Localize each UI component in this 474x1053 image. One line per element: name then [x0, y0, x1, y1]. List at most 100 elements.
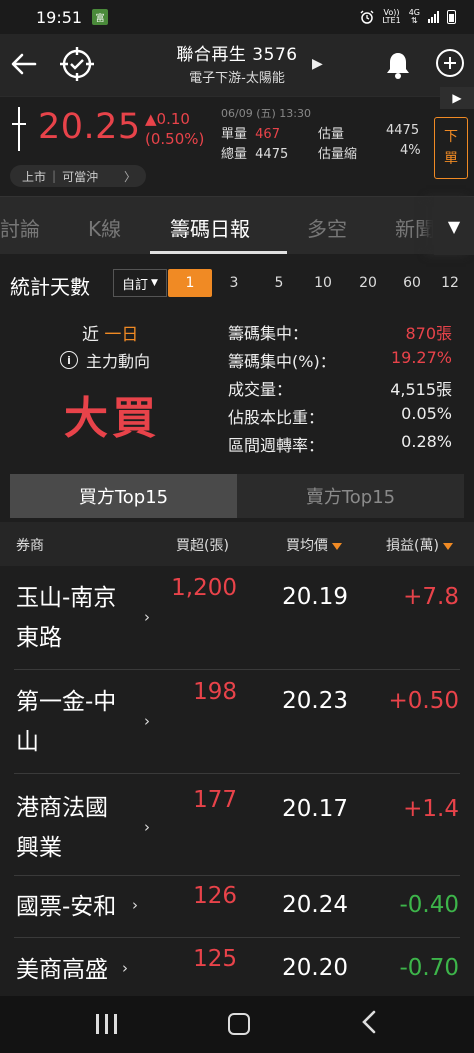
main-force-label[interactable]: i 主力動向	[60, 348, 150, 372]
net-buy-value: 126	[193, 883, 237, 909]
quote-panel: 20.25 ▲0.10 (0.50%) 06/09 (五) 13:30 單量 4…	[0, 87, 474, 194]
broker-name: 國票-安和	[16, 894, 117, 920]
avg-price-value: 20.20	[282, 955, 348, 981]
sort-arrow-icon	[332, 542, 342, 550]
header-broker: 券商	[16, 538, 44, 554]
avg-price-value: 20.19	[282, 584, 348, 610]
header-pnl[interactable]: 損益(萬)	[386, 535, 453, 555]
table-row[interactable]: 第一金-中山 › 198 20.23 +0.50	[0, 670, 474, 774]
est-volume-label: 估量	[318, 127, 345, 142]
stat-days-label: 統計天數	[10, 275, 90, 299]
day-option-10[interactable]: 10	[301, 269, 345, 297]
tab-chip-daily[interactable]: 籌碼日報	[170, 213, 250, 242]
day-option-20[interactable]: 20	[346, 269, 390, 297]
header-avg-price[interactable]: 買均價	[286, 535, 342, 555]
play-arrow-tab-icon[interactable]: ▶	[440, 87, 474, 109]
system-nav-bar	[0, 996, 474, 1053]
tab-kline[interactable]: K線	[88, 213, 121, 242]
tab-discussion[interactable]: 討論	[0, 213, 40, 242]
net-buy-value: 198	[193, 679, 237, 705]
table-header: 券商 買超(張) 買均價 損益(萬)	[0, 522, 474, 566]
rich-icon: 富	[92, 9, 109, 25]
crosshair-icon[interactable]	[59, 46, 95, 82]
stat-days-row: 統計天數 自訂 ▼ 1 3 5 10 20 60 12	[0, 258, 474, 310]
stock-title: 聯合再生 3576	[176, 45, 298, 65]
chevron-right-icon: ›	[144, 608, 150, 626]
price-change: ▲0.10 (0.50%)	[145, 109, 204, 149]
home-icon[interactable]	[228, 1013, 250, 1035]
back-icon[interactable]	[362, 1010, 376, 1040]
buy-sell-toggle: 買方Top15 賣方Top15	[10, 474, 464, 518]
custom-days-select[interactable]: 自訂 ▼	[113, 269, 167, 297]
pnl-value: +1.4	[403, 796, 459, 822]
tab-dropdown-icon[interactable]: ▼	[434, 197, 474, 255]
broker-table: 玉山-南京 東路 › 1,200 20.19 +7.8 第一金-中山 › 198 …	[0, 566, 474, 992]
avg-price-value: 20.23	[282, 688, 348, 714]
chip-summary: 近 一日 i 主力動向 大買 籌碼集中： 870張 籌碼集中(%)： 19.27…	[0, 312, 474, 462]
day-option-1[interactable]: 1	[168, 269, 212, 297]
stock-title-block[interactable]: 聯合再生 3576 電子下游-太陽能	[150, 40, 324, 86]
day-option-5[interactable]: 5	[257, 269, 301, 297]
table-row[interactable]: 美商高盛 › 125 20.20 -0.70	[0, 938, 474, 992]
avg-price-value: 20.17	[282, 796, 348, 822]
sell-top15-tab[interactable]: 賣方Top15	[237, 474, 464, 518]
buy-top15-tab[interactable]: 買方Top15	[10, 474, 237, 518]
table-row[interactable]: 玉山-南京 東路 › 1,200 20.19 +7.8	[0, 566, 474, 670]
day-option-60[interactable]: 60	[390, 269, 434, 297]
chevron-right-icon: ›	[132, 896, 138, 914]
pnl-value: +7.8	[403, 584, 459, 610]
day-option-120[interactable]: 12	[430, 269, 470, 297]
avg-price-value: 20.24	[282, 892, 348, 918]
status-bar: 19:51 富 Vo)) LTE1 4G ⇅	[0, 0, 474, 34]
active-tab-indicator	[150, 251, 287, 254]
pnl-value: +0.50	[388, 688, 459, 714]
status-time: 19:51	[36, 7, 83, 27]
stock-industry: 電子下游-太陽能	[189, 71, 285, 86]
signal-icon	[428, 11, 439, 23]
tab-news[interactable]: 新聞	[395, 213, 435, 242]
change-value: ▲0.10	[145, 110, 190, 128]
header-net-buy[interactable]: 買超(張)	[176, 535, 229, 555]
app-header: 聯合再生 3576 電子下游-太陽能 ▶	[0, 34, 474, 96]
main-force-verdict: 大買	[64, 393, 160, 444]
status-icons: Vo)) LTE1 4G ⇅	[360, 9, 456, 25]
chevron-right-icon: ›	[122, 959, 128, 977]
alarm-icon	[360, 10, 374, 24]
net-buy-value: 177	[193, 787, 237, 813]
pnl-value: -0.40	[399, 892, 459, 918]
day-option-3[interactable]: 3	[212, 269, 256, 297]
day-trade-label: 可當沖	[62, 169, 99, 184]
pnl-value: -0.70	[399, 955, 459, 981]
single-volume: 單量 467	[221, 127, 280, 142]
candle-icon	[12, 107, 26, 151]
recent-apps-icon[interactable]	[96, 1014, 118, 1034]
market-status-chip[interactable]: 上市 | 可當沖 〉	[10, 165, 146, 187]
broker-name: 玉山-南京 東路	[16, 585, 117, 651]
est-shrink-value: 4%	[400, 143, 421, 158]
play-arrow-icon[interactable]: ▶	[312, 56, 323, 72]
total-volume: 總量 4475	[221, 147, 289, 162]
info-icon[interactable]: i	[60, 351, 78, 369]
network-icon: 4G ⇅	[408, 8, 420, 25]
volte-icon: Vo)) LTE1	[382, 8, 401, 25]
table-row[interactable]: 港商法國 興業 › 177 20.17 +1.4	[0, 774, 474, 876]
battery-icon	[447, 10, 456, 24]
broker-name: 港商法國 興業	[16, 795, 108, 861]
tab-long-short[interactable]: 多空	[307, 213, 347, 242]
chevron-right-icon: 〉	[123, 169, 136, 184]
broker-name: 第一金-中山	[16, 689, 117, 755]
chevron-right-icon: ›	[144, 818, 150, 836]
market-label: 上市	[22, 169, 47, 184]
change-percent: (0.50%)	[145, 130, 205, 148]
back-arrow-icon[interactable]	[8, 46, 40, 82]
est-volume-value: 4475	[386, 123, 420, 138]
add-watchlist-icon[interactable]	[436, 49, 464, 77]
tab-bar: 討論 K線 籌碼日報 多空 新聞 ▼	[0, 196, 474, 255]
table-row[interactable]: 國票-安和 › 126 20.24 -0.40	[0, 876, 474, 938]
bell-icon[interactable]	[384, 50, 412, 80]
net-buy-value: 1,200	[171, 575, 237, 601]
net-buy-value: 125	[193, 946, 237, 972]
order-button[interactable]: 下 單	[434, 117, 468, 179]
sort-arrow-icon	[442, 542, 453, 550]
broker-name: 美商高盛	[16, 957, 108, 983]
